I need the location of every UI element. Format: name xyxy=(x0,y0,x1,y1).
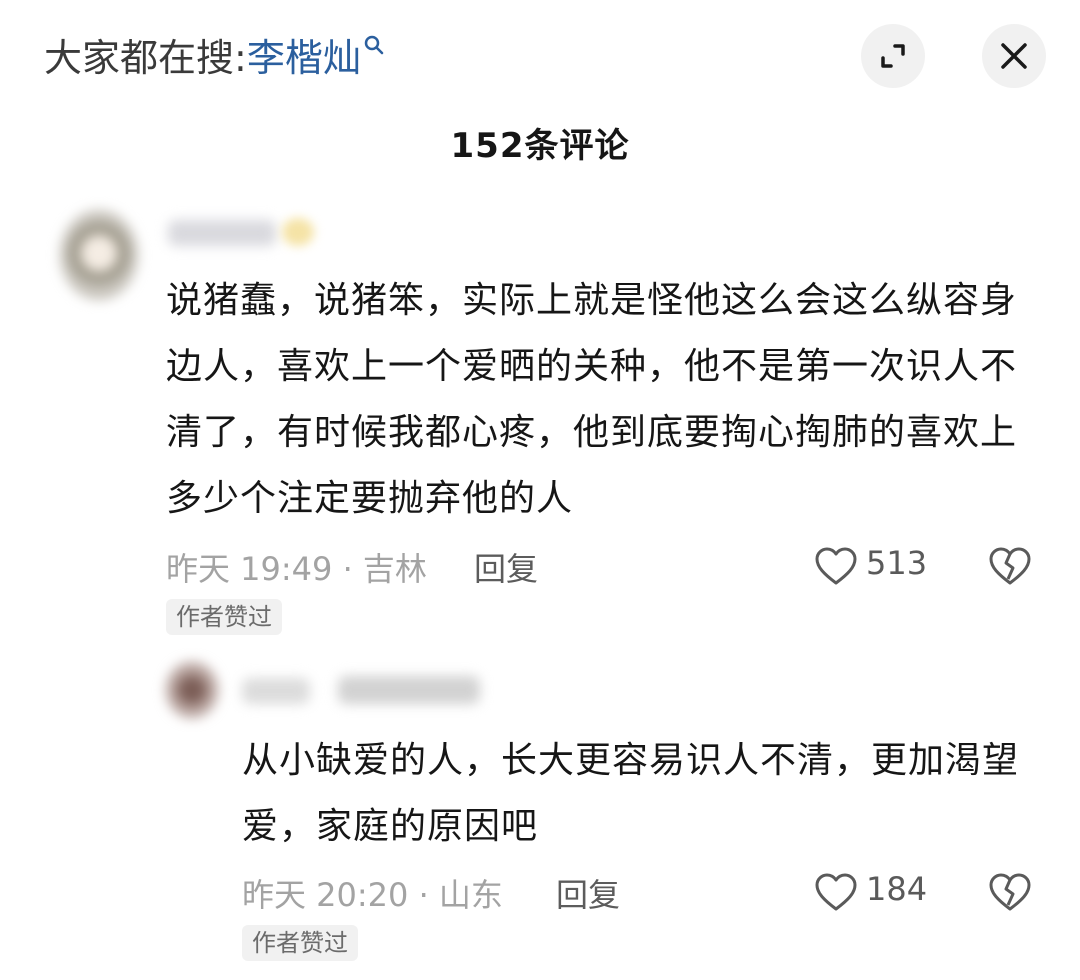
comment-meta: 昨天 19:49 · 吉林 xyxy=(166,550,427,588)
trending-search-hint[interactable]: 大家都在搜:李楷灿 xyxy=(44,30,385,86)
search-icon xyxy=(364,35,384,55)
broken-heart-icon[interactable] xyxy=(988,546,1032,586)
like-count: 184 xyxy=(866,870,928,908)
heart-icon[interactable] xyxy=(814,872,858,912)
comment-text: 从小缺爱的人，长大更容易识人不清，更加渴望爱，家庭的原因吧 xyxy=(242,740,1020,847)
close-button[interactable] xyxy=(982,24,1046,88)
expand-button[interactable] xyxy=(861,24,925,88)
user-badge-icon xyxy=(282,218,314,246)
reply-button[interactable]: 回复 xyxy=(556,870,620,916)
comment-count-title: 152条评论 xyxy=(450,126,630,166)
broken-heart-icon[interactable] xyxy=(988,872,1032,912)
reply-button[interactable]: 回复 xyxy=(474,544,538,590)
close-icon xyxy=(1001,43,1027,69)
author-liked-badge: 作者赞过 xyxy=(166,599,282,635)
like-count: 513 xyxy=(866,544,928,582)
comment-meta: 昨天 20:20 · 山东 xyxy=(242,876,503,914)
reply-target-blurred xyxy=(338,676,480,704)
avatar[interactable] xyxy=(60,210,138,300)
username-blurred[interactable] xyxy=(242,678,310,704)
search-hint-term[interactable]: 李楷灿 xyxy=(247,36,361,80)
expand-icon xyxy=(881,44,905,68)
author-liked-badge: 作者赞过 xyxy=(242,925,358,961)
search-hint-prefix: 大家都在搜: xyxy=(44,36,247,80)
comment-text: 说猪蠢，说猪笨，实际上就是怪他这么会这么纵容身边人，喜欢上一个爱晒的关种，他不是… xyxy=(166,280,1018,519)
username-blurred[interactable] xyxy=(168,220,276,246)
heart-icon[interactable] xyxy=(814,546,858,586)
avatar[interactable] xyxy=(166,662,218,718)
